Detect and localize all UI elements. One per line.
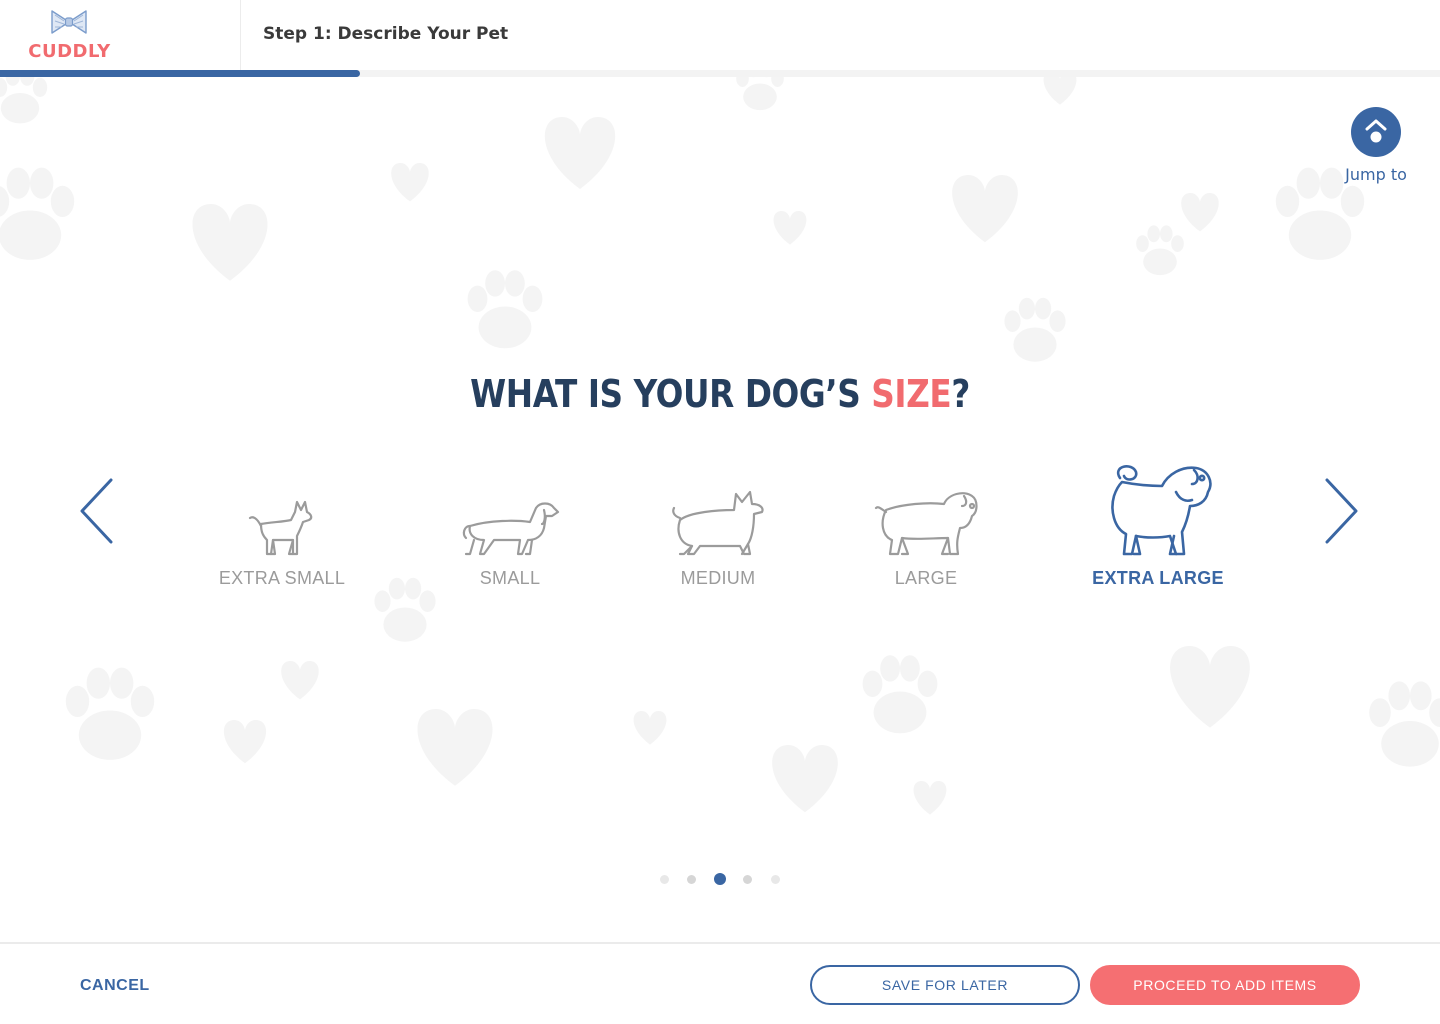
cancel-button[interactable]: CANCEL (80, 977, 150, 995)
question-prefix: WHAT IS YOUR DOG’S (470, 372, 872, 416)
size-label: LARGE (894, 568, 958, 588)
corgi-icon (672, 490, 764, 556)
brand-logo[interactable]: CUDDLY (0, 0, 241, 70)
proceed-button[interactable]: PROCEED TO ADD ITEMS (1090, 965, 1360, 1005)
pagination-dot[interactable] (771, 875, 780, 884)
size-label: EXTRA SMALL (218, 568, 346, 588)
chevron-right-icon[interactable] (1322, 476, 1362, 546)
size-label: EXTRA LARGE (1092, 568, 1224, 588)
size-option-small[interactable]: SMALL (440, 458, 580, 598)
question-suffix: ? (951, 372, 970, 416)
size-label: SMALL (479, 568, 541, 588)
jump-to-button[interactable]: Jump to (1336, 107, 1416, 184)
size-option-large[interactable]: LARGE (856, 458, 996, 598)
bulldog-icon (874, 492, 978, 556)
pagination-dot[interactable] (687, 875, 696, 884)
progress-bar (0, 70, 1440, 77)
question-highlight: SIZE (871, 372, 952, 416)
size-option-extra-small[interactable]: EXTRA SMALL (212, 458, 352, 598)
footer-bar: CANCEL SAVE FOR LATER PROCEED TO ADD ITE… (0, 942, 1440, 1024)
jump-to-label: Jump to (1345, 165, 1407, 184)
size-option-medium[interactable]: MEDIUM (648, 458, 788, 598)
pagination-dots (0, 872, 1440, 886)
dachshund-icon (462, 502, 560, 556)
pug-icon (1111, 465, 1212, 556)
save-for-later-button[interactable]: SAVE FOR LATER (810, 965, 1080, 1005)
bow-tie-icon (51, 10, 87, 34)
pagination-dot-active[interactable] (714, 873, 726, 885)
size-label: MEDIUM (680, 568, 756, 588)
jump-to-icon (1351, 107, 1401, 157)
pagination-dot[interactable] (660, 875, 669, 884)
question-heading: WHAT IS YOUR DOG’S SIZE? (101, 372, 1339, 416)
size-option-extra-large[interactable]: EXTRA LARGE (1088, 458, 1228, 598)
chihuahua-icon (248, 500, 313, 556)
top-header: CUDDLY Step 1: Describe Your Pet (0, 0, 1440, 70)
step-title: Step 1: Describe Your Pet (263, 24, 509, 44)
pagination-dot[interactable] (743, 875, 752, 884)
progress-bar-fill (0, 70, 360, 77)
brand-name: CUDDLY (28, 41, 111, 62)
chevron-left-icon[interactable] (76, 476, 116, 546)
